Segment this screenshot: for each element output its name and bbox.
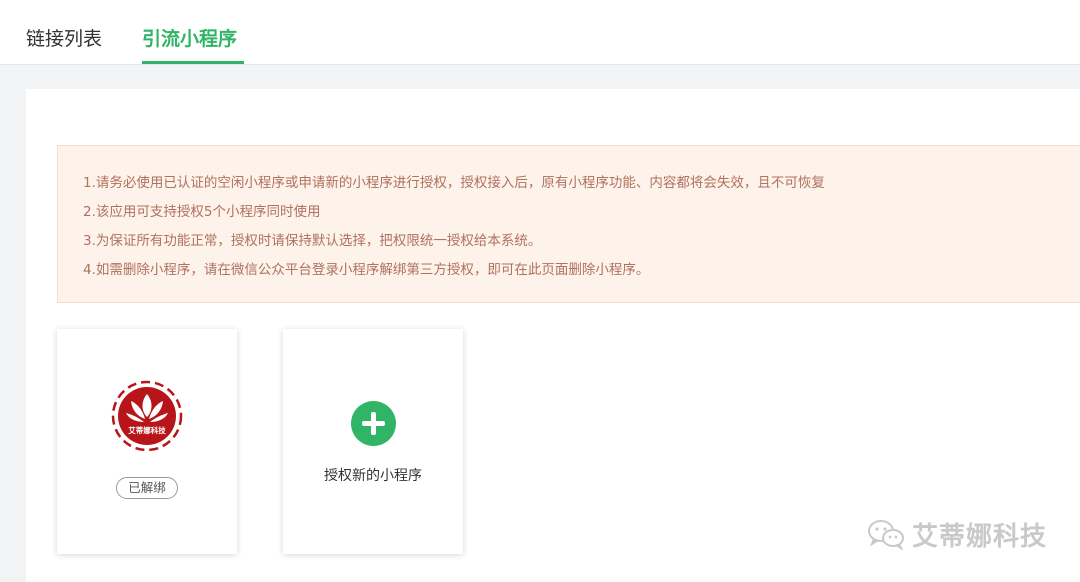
logo-text: 艾蒂娜科技	[128, 425, 166, 435]
notice-line-2: 2.该应用可支持授权5个小程序同时使用	[83, 204, 321, 220]
tab-bar: 链接列表 引流小程序	[0, 0, 1080, 65]
notice-box: 1.请务必使用已认证的空闲小程序或申请新的小程序进行授权，授权接入后，原有小程序…	[57, 145, 1080, 303]
tab-traffic-miniprogram[interactable]: 引流小程序	[142, 26, 237, 52]
authorize-new-label: 授权新的小程序	[324, 468, 422, 484]
plus-circle-icon[interactable]	[351, 401, 396, 446]
lotus-logo-icon: 艾蒂娜科技	[111, 380, 183, 452]
notice-line-4: 4.如需删除小程序，请在微信公众平台登录小程序解绑第三方授权，即可在此页面删除小…	[83, 262, 650, 278]
wechat-icon	[868, 520, 904, 550]
watermark: 艾蒂娜科技	[866, 516, 1047, 552]
notice-line-3: 3.为保证所有功能正常，授权时请保持默认选择，把权限统一授权给本系统。	[83, 233, 542, 249]
authorize-new-miniprogram-card[interactable]: 授权新的小程序	[283, 329, 463, 554]
main-panel: 1.请务必使用已认证的空闲小程序或申请新的小程序进行授权，授权接入后，原有小程序…	[26, 89, 1080, 582]
status-badge: 已解绑	[116, 477, 178, 499]
watermark-text: 艾蒂娜科技	[912, 521, 1048, 552]
notice-line-1: 1.请务必使用已认证的空闲小程序或申请新的小程序进行授权，授权接入后，原有小程序…	[83, 175, 825, 191]
active-tab-indicator	[142, 61, 244, 64]
tab-link-list[interactable]: 链接列表	[26, 26, 102, 52]
miniprogram-card[interactable]: 艾蒂娜科技 已解绑	[57, 329, 237, 554]
